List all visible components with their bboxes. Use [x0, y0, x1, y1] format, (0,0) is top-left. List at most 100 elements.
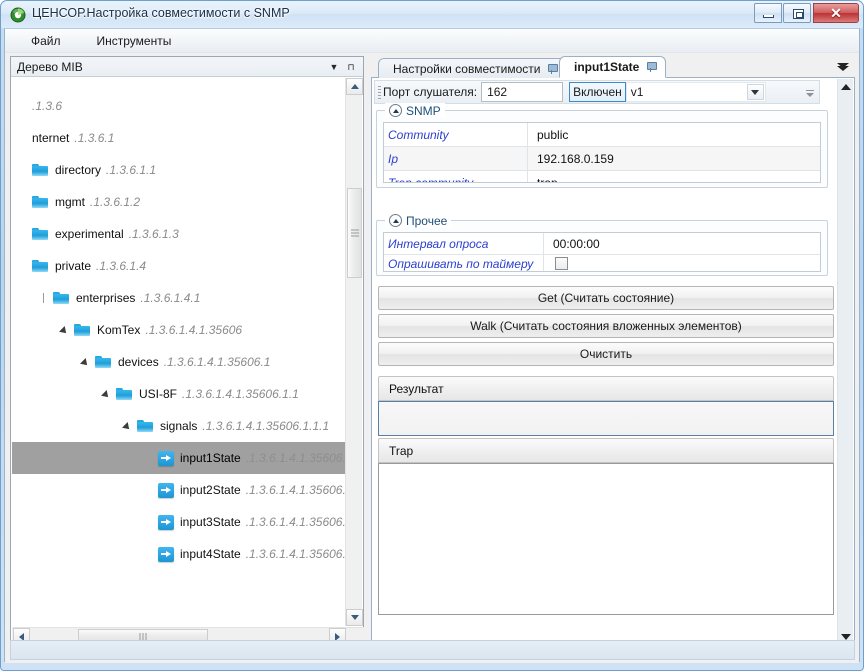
tree-node[interactable]: USI-8F .1.3.6.1.4.1.35606.1.1: [12, 378, 347, 410]
tab-pin-icon[interactable]: [646, 61, 658, 73]
property-value[interactable]: 192.168.0.159: [528, 147, 820, 170]
client-area: Файл Инструменты Дерево MIB ▼ ⊓ .1.3.6 nt…: [4, 28, 860, 663]
expander-placeholder: [142, 547, 156, 561]
trap-listbox[interactable]: [378, 463, 834, 615]
tree-node[interactable]: .1.3.6: [12, 90, 347, 122]
arrow-up-icon: [841, 84, 851, 90]
property-row[interactable]: Интервал опроса 00:00:00: [384, 233, 820, 255]
scroll-up-button[interactable]: [346, 78, 363, 95]
result-header: Результат: [378, 376, 834, 401]
toolbar-grip-icon[interactable]: [378, 86, 381, 100]
snmp-version-combobox[interactable]: v1: [625, 82, 766, 102]
clear-button[interactable]: Очистить: [378, 342, 834, 366]
scroll-up-button[interactable]: [839, 81, 853, 93]
listener-port-input[interactable]: 162: [481, 82, 564, 102]
property-row[interactable]: Опрашивать по таймеру: [384, 255, 820, 271]
property-value[interactable]: public: [528, 123, 820, 146]
combobox-arrow[interactable]: [746, 84, 764, 100]
tree-node-oid: .1.3.6.1.4.1.35606.1.1.1.1: [245, 451, 347, 465]
chevron-down-icon[interactable]: ▼: [327, 60, 341, 74]
toolbar-overflow-button[interactable]: [804, 87, 816, 99]
grip-icon: [350, 229, 359, 237]
property-value[interactable]: 00:00:00: [544, 233, 820, 254]
tree-node[interactable]: devices .1.3.6.1.4.1.35606.1: [12, 346, 347, 378]
overflow-line: [806, 89, 814, 91]
settings-vertical-scrollbar[interactable]: [837, 79, 853, 645]
chevron-part: [837, 66, 849, 71]
collapse-icon[interactable]: [389, 214, 402, 227]
oid-leaf-icon: [158, 450, 174, 466]
menu-item-file[interactable]: Файл: [19, 31, 73, 51]
tree-node[interactable]: input4State .1.3.6.1.4.1.35606.1.1.1.4: [12, 538, 347, 570]
expander-open-icon[interactable]: [79, 355, 93, 369]
expander-placeholder: [16, 259, 30, 273]
close-button[interactable]: ✕: [813, 3, 859, 23]
property-row[interactable]: Trap community trap: [384, 171, 820, 182]
property-value[interactable]: trap: [528, 171, 820, 182]
tree-node[interactable]: directory .1.3.6.1.1: [12, 154, 347, 186]
title-bar: ЦЕНСОР.Настройка совместимости с SNMP ✕: [1, 1, 863, 28]
property-key: Ip: [384, 147, 528, 170]
property-key: Интервал опроса: [384, 233, 544, 254]
expander-placeholder: [142, 451, 156, 465]
pin-icon[interactable]: ⊓: [344, 60, 358, 74]
result-listbox[interactable]: [378, 401, 834, 436]
folder-icon: [32, 163, 49, 177]
collapse-icon[interactable]: [389, 104, 402, 117]
tab-list-menu-icon[interactable]: [835, 60, 851, 74]
property-row[interactable]: Community public: [384, 123, 820, 147]
tree-node-label: directory: [55, 163, 102, 177]
tree-node[interactable]: enterprises .1.3.6.1.4.1: [12, 282, 347, 314]
maximize-icon: [793, 9, 804, 19]
tree-node[interactable]: KomTex .1.3.6.1.4.1.35606: [12, 314, 347, 346]
arrow-down-icon: [350, 615, 359, 620]
tree-node[interactable]: input3State .1.3.6.1.4.1.35606.1.1.1.3: [12, 506, 347, 538]
tree-node[interactable]: mgmt .1.3.6.1.2: [12, 186, 347, 218]
tree-node[interactable]: nternet .1.3.6.1: [12, 122, 347, 154]
mib-tree-view[interactable]: .1.3.6 nternet .1.3.6.1 directory .1.3.6.1.1…: [12, 78, 347, 626]
oid-leaf-icon: [158, 546, 174, 562]
window-title: ЦЕНСОР.Настройка совместимости с SNMP: [32, 6, 290, 20]
tree-node[interactable]: input1State .1.3.6.1.4.1.35606.1.1.1.1: [12, 442, 347, 474]
expander-open-icon[interactable]: [121, 419, 135, 433]
tree-node-oid: .1.3.6.1: [74, 131, 115, 145]
tree-node-oid: .1.3.6.1.1: [106, 163, 157, 177]
folder-icon: [137, 419, 154, 433]
property-key: Trap community: [384, 171, 528, 182]
get-button[interactable]: Get (Считать состояние): [378, 286, 834, 310]
expander-placeholder: [16, 227, 30, 241]
tree-node-label: experimental: [55, 227, 124, 241]
mib-tree-items: .1.3.6 nternet .1.3.6.1 directory .1.3.6.1.1…: [12, 78, 347, 570]
enabled-toggle-button[interactable]: Включен: [569, 82, 626, 102]
arrow-up-icon: [350, 84, 359, 89]
menu-bar: Файл Инструменты: [5, 29, 859, 53]
expander-open-icon[interactable]: [58, 323, 72, 337]
tree-vertical-scrollbar[interactable]: [345, 78, 363, 626]
tree-node[interactable]: input2State .1.3.6.1.4.1.35606.1.1.1.2: [12, 474, 347, 506]
scroll-down-button[interactable]: [346, 609, 363, 626]
tree-node-label: input1State: [180, 451, 241, 465]
tree-node[interactable]: private .1.3.6.1.4: [12, 250, 347, 282]
menu-item-tools[interactable]: Инструменты: [85, 31, 184, 51]
tree-node-label: enterprises: [76, 291, 136, 305]
tree-node[interactable]: experimental .1.3.6.1.3: [12, 218, 347, 250]
tree-node-oid: .1.3.6.1.4.1: [140, 291, 201, 305]
vertical-scroll-thumb[interactable]: [347, 188, 362, 278]
tree-node[interactable]: signals .1.3.6.1.4.1.35606.1.1.1: [12, 410, 347, 442]
tab-compatibility-settings[interactable]: Настройки совместимости: [378, 58, 568, 78]
snmp-property-grid: Community public Ip 192.168.0.159 Trap c…: [383, 122, 821, 183]
expander-open-icon[interactable]: [100, 387, 114, 401]
poll-by-timer-checkbox[interactable]: [555, 257, 568, 270]
maximize-button[interactable]: [783, 3, 811, 23]
tab-input1state[interactable]: input1State: [559, 56, 667, 78]
minimize-button[interactable]: [754, 3, 782, 23]
tree-node-oid: .1.3.6: [32, 99, 63, 113]
chevron-down-icon: [806, 92, 814, 97]
tree-node-label: KomTex: [97, 323, 141, 337]
property-row[interactable]: Ip 192.168.0.159: [384, 147, 820, 171]
property-value[interactable]: [544, 255, 820, 271]
tab-pin-icon[interactable]: [547, 63, 559, 75]
tree-node-label: mgmt: [55, 195, 85, 209]
walk-button[interactable]: Walk (Считать состояния вложенных элемен…: [378, 314, 834, 338]
tree-node-label: signals: [160, 419, 198, 433]
